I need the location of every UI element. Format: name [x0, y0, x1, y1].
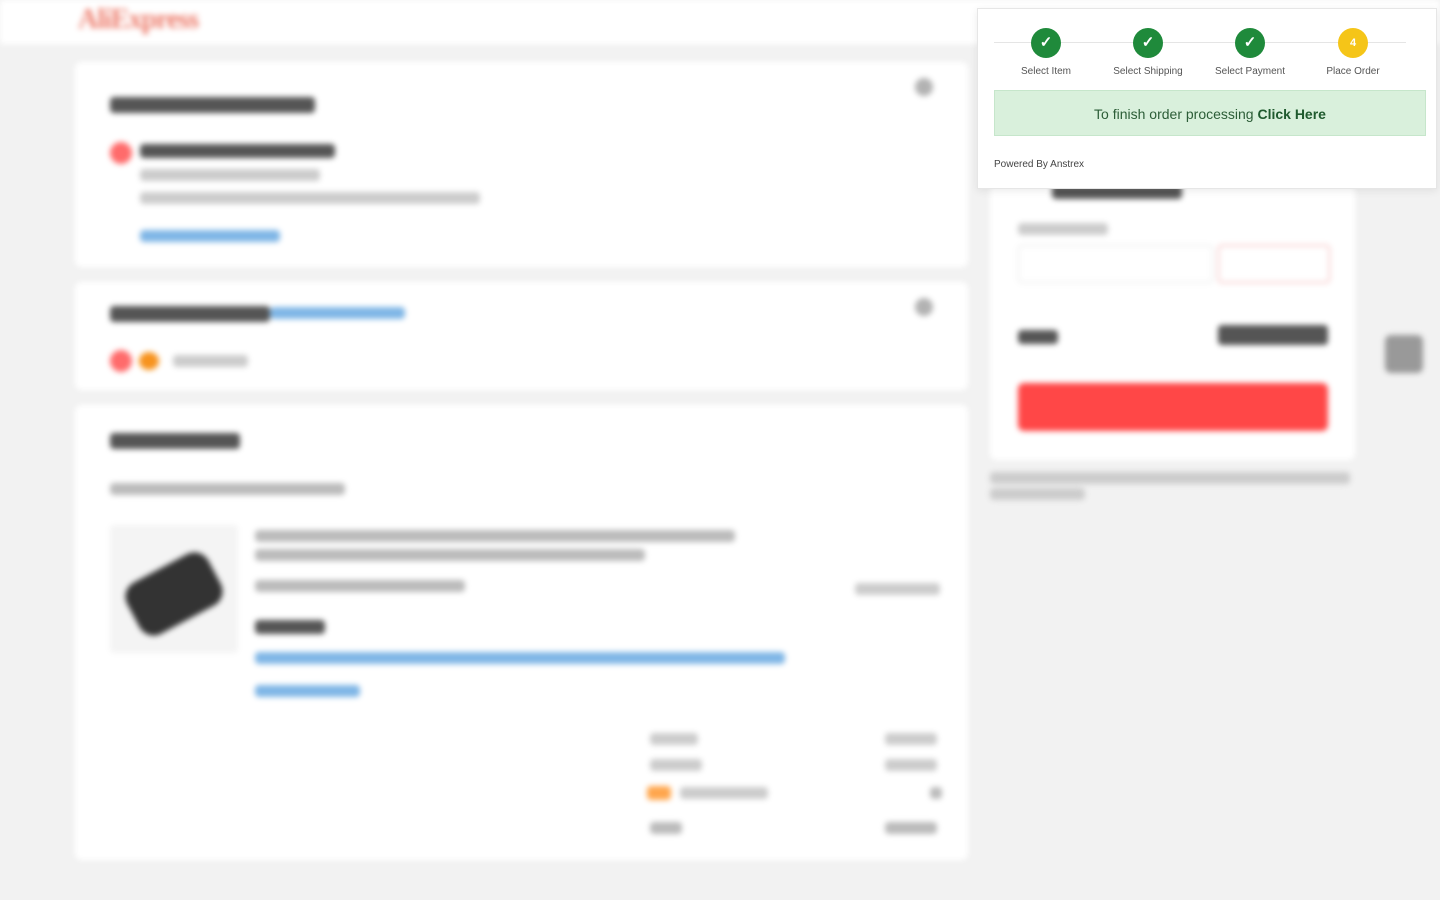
step-place-order: 4 Place Order	[1303, 28, 1403, 77]
place-order-button[interactable]	[1018, 383, 1328, 431]
terms-text	[990, 472, 1350, 484]
card-brand-icon	[139, 352, 159, 370]
address-name	[140, 144, 335, 158]
product-title	[255, 549, 645, 561]
check-icon: ✓	[1235, 28, 1265, 58]
total-amount	[1218, 325, 1328, 345]
quantity-stepper[interactable]	[855, 583, 940, 595]
card-number	[173, 355, 248, 367]
subtotal-value	[885, 733, 937, 745]
step-label: Select Payment	[1214, 66, 1286, 77]
address-line	[140, 169, 320, 181]
check-icon: ✓	[1031, 28, 1061, 58]
address-line	[140, 192, 480, 204]
coupon-badge	[647, 786, 671, 800]
step-number-badge: 4	[1338, 28, 1368, 58]
product-title	[255, 530, 735, 542]
step-select-payment: ✓ Select Payment	[1200, 28, 1300, 77]
promo-code-label	[1018, 223, 1108, 235]
product-image[interactable]	[110, 525, 238, 653]
radio-icon[interactable]	[110, 350, 132, 372]
product-variant	[255, 580, 465, 592]
collapse-icon[interactable]	[915, 298, 933, 316]
payment-link[interactable]	[270, 307, 405, 319]
promo-code-input[interactable]	[1018, 245, 1213, 283]
coupon-label	[680, 787, 768, 799]
shipping-section	[75, 62, 968, 267]
site-logo: AliExpress	[78, 4, 199, 35]
apply-promo-button[interactable]	[1218, 245, 1330, 283]
step-select-shipping: ✓ Select Shipping	[1098, 28, 1198, 77]
feedback-icon[interactable]	[1385, 335, 1423, 373]
check-icon: ✓	[1133, 28, 1163, 58]
coupon-arrow-icon[interactable]	[930, 787, 942, 799]
product-price	[255, 620, 325, 634]
progress-stepper: ✓ Select Item ✓ Select Shipping ✓ Select…	[994, 25, 1406, 85]
total-label	[650, 822, 682, 834]
add-address-link[interactable]	[140, 230, 280, 242]
shipping-info	[255, 652, 785, 664]
shipping-value	[885, 759, 937, 771]
step-label: Select Shipping	[1113, 66, 1183, 77]
powered-by-label: Powered By Anstrex	[994, 159, 1085, 170]
shipping-heading	[110, 97, 315, 113]
payment-section	[75, 282, 968, 390]
total-value	[885, 822, 937, 834]
finish-order-banner[interactable]: To finish order processing Click Here	[994, 90, 1426, 136]
banner-text: To finish order processing	[1094, 106, 1254, 122]
total-label	[1018, 330, 1058, 344]
subtotal-label	[650, 733, 698, 745]
radio-icon[interactable]	[110, 142, 132, 164]
shipping-label	[650, 759, 702, 771]
step-label: Select Item	[1020, 66, 1072, 77]
order-wizard-popup: ✓ Select Item ✓ Select Shipping ✓ Select…	[977, 8, 1437, 189]
terms-text	[990, 488, 1085, 500]
step-select-item: ✓ Select Item	[996, 28, 1096, 77]
collapse-icon[interactable]	[915, 78, 933, 96]
leave-message-link[interactable]	[255, 685, 360, 697]
order-review-heading	[110, 433, 240, 449]
payment-heading	[110, 306, 270, 322]
store-name	[110, 483, 345, 495]
click-here-link[interactable]: Click Here	[1257, 106, 1325, 122]
step-label: Place Order	[1326, 66, 1380, 77]
